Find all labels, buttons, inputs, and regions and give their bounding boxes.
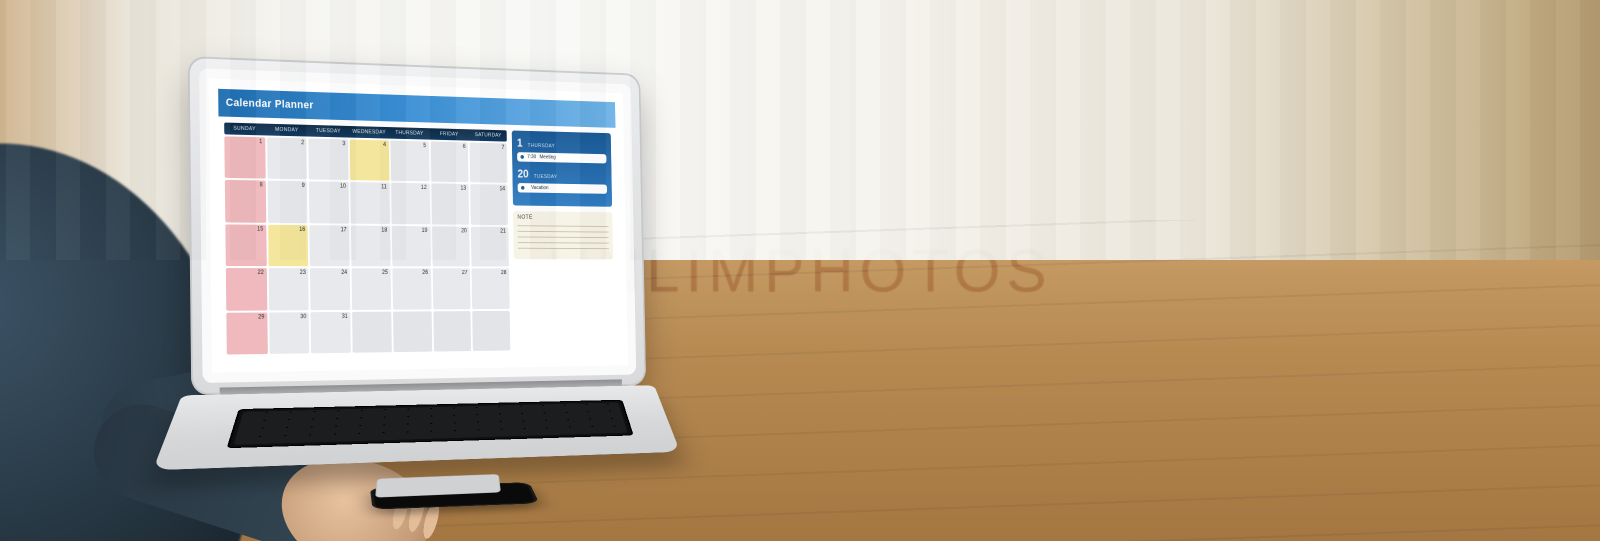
- bullet-icon: [521, 155, 524, 159]
- calendar-cell[interactable]: 7: [470, 143, 508, 184]
- calendar-cell[interactable]: 1: [224, 136, 265, 179]
- laptop: Calendar Planner SUNDAY MONDAY TUESDAY W…: [188, 56, 648, 496]
- calendar-cell[interactable]: 28: [472, 269, 510, 309]
- calendar-cell[interactable]: 15: [225, 224, 266, 266]
- calendar-cell[interactable]: 31: [311, 312, 351, 354]
- agenda-date-number: 1: [517, 136, 523, 149]
- agenda-event[interactable]: Vacation: [518, 183, 607, 194]
- calendar-pane: SUNDAY MONDAY TUESDAY WEDNESDAY THURSDAY…: [224, 123, 510, 355]
- calendar-cell: [352, 311, 392, 352]
- weekday-header-row: SUNDAY MONDAY TUESDAY WEDNESDAY THURSDAY…: [224, 123, 507, 142]
- event-label: Vacation: [531, 185, 549, 191]
- calendar-grid: 1234567891011121314151617181920212223242…: [224, 136, 510, 354]
- calendar-cell[interactable]: 24: [310, 268, 350, 309]
- event-label: Meeting: [539, 155, 555, 161]
- laptop-lid: Calendar Planner SUNDAY MONDAY TUESDAY W…: [188, 56, 646, 395]
- calendar-cell[interactable]: 6: [430, 142, 468, 183]
- calendar-cell[interactable]: 9: [267, 181, 308, 223]
- calendar-cell[interactable]: 10: [309, 182, 349, 224]
- weekday-header: WEDNESDAY: [350, 129, 389, 136]
- laptop-screen: Calendar Planner SUNDAY MONDAY TUESDAY W…: [218, 89, 620, 363]
- weekday-header: THURSDAY: [390, 130, 428, 137]
- event-time: 7:30: [527, 154, 536, 160]
- calendar-cell: [393, 311, 432, 352]
- calendar-cell[interactable]: 5: [390, 141, 429, 182]
- calendar-cell[interactable]: 29: [226, 312, 267, 354]
- agenda-day[interactable]: 1 THURSDAY 7:30 Meeting: [517, 136, 607, 163]
- agenda-weekday: THURSDAY: [528, 143, 556, 149]
- weekday-header: FRIDAY: [430, 131, 468, 138]
- calendar-cell[interactable]: 11: [350, 182, 389, 223]
- calendar-cell[interactable]: 22: [226, 268, 267, 310]
- calendar-cell[interactable]: 20: [432, 226, 470, 267]
- calendar-cell[interactable]: 14: [470, 184, 508, 224]
- calendar-cell[interactable]: 21: [471, 226, 509, 266]
- note-rule: [518, 231, 609, 233]
- note-rule: [518, 248, 609, 249]
- weekday-header: TUESDAY: [308, 128, 347, 135]
- laptop-bezel: Calendar Planner SUNDAY MONDAY TUESDAY W…: [199, 68, 636, 383]
- calendar-cell[interactable]: 19: [392, 226, 431, 267]
- note-card[interactable]: NOTE: [513, 211, 613, 259]
- calendar-cell[interactable]: 4: [350, 140, 389, 182]
- calendar-cell[interactable]: 30: [269, 312, 310, 354]
- calendar-cell[interactable]: 26: [392, 268, 431, 309]
- app-header: Calendar Planner: [218, 89, 615, 128]
- agenda-date-number: 20: [517, 167, 528, 180]
- agenda-weekday: TUESDAY: [534, 174, 558, 180]
- calendar-cell[interactable]: 18: [351, 225, 390, 266]
- photo-scene: Calendar Planner SUNDAY MONDAY TUESDAY W…: [0, 0, 1600, 541]
- sidebar: 1 THURSDAY 7:30 Meeting: [512, 130, 615, 350]
- calendar-planner-app: Calendar Planner SUNDAY MONDAY TUESDAY W…: [218, 89, 620, 363]
- calendar-cell[interactable]: 13: [431, 184, 469, 225]
- note-rule: [518, 225, 609, 227]
- calendar-cell[interactable]: 23: [268, 268, 309, 310]
- note-rule: [518, 236, 609, 238]
- calendar-cell: [472, 310, 510, 351]
- app-title: Calendar Planner: [226, 97, 314, 111]
- agenda-day[interactable]: 20 TUESDAY Vacation: [517, 167, 607, 194]
- bullet-icon: [521, 186, 524, 190]
- calendar-cell[interactable]: 27: [432, 268, 470, 309]
- agenda-event[interactable]: 7:30 Meeting: [517, 152, 606, 163]
- calendar-cell[interactable]: 17: [310, 225, 350, 266]
- calendar-cell[interactable]: 2: [267, 137, 308, 179]
- calendar-cell[interactable]: 16: [268, 225, 309, 267]
- weekday-header: MONDAY: [267, 127, 307, 134]
- agenda-panel: 1 THURSDAY 7:30 Meeting: [512, 130, 612, 206]
- calendar-cell[interactable]: 3: [309, 138, 349, 180]
- note-heading: NOTE: [517, 215, 608, 222]
- weekday-header: SUNDAY: [224, 125, 265, 132]
- weekday-header: SATURDAY: [470, 132, 507, 139]
- app-body: SUNDAY MONDAY TUESDAY WEDNESDAY THURSDAY…: [218, 116, 619, 362]
- note-rule: [518, 242, 609, 243]
- calendar-cell: [433, 311, 471, 352]
- calendar-cell[interactable]: 8: [225, 180, 266, 222]
- calendar-cell[interactable]: 25: [352, 268, 391, 309]
- calendar-cell[interactable]: 12: [391, 183, 430, 224]
